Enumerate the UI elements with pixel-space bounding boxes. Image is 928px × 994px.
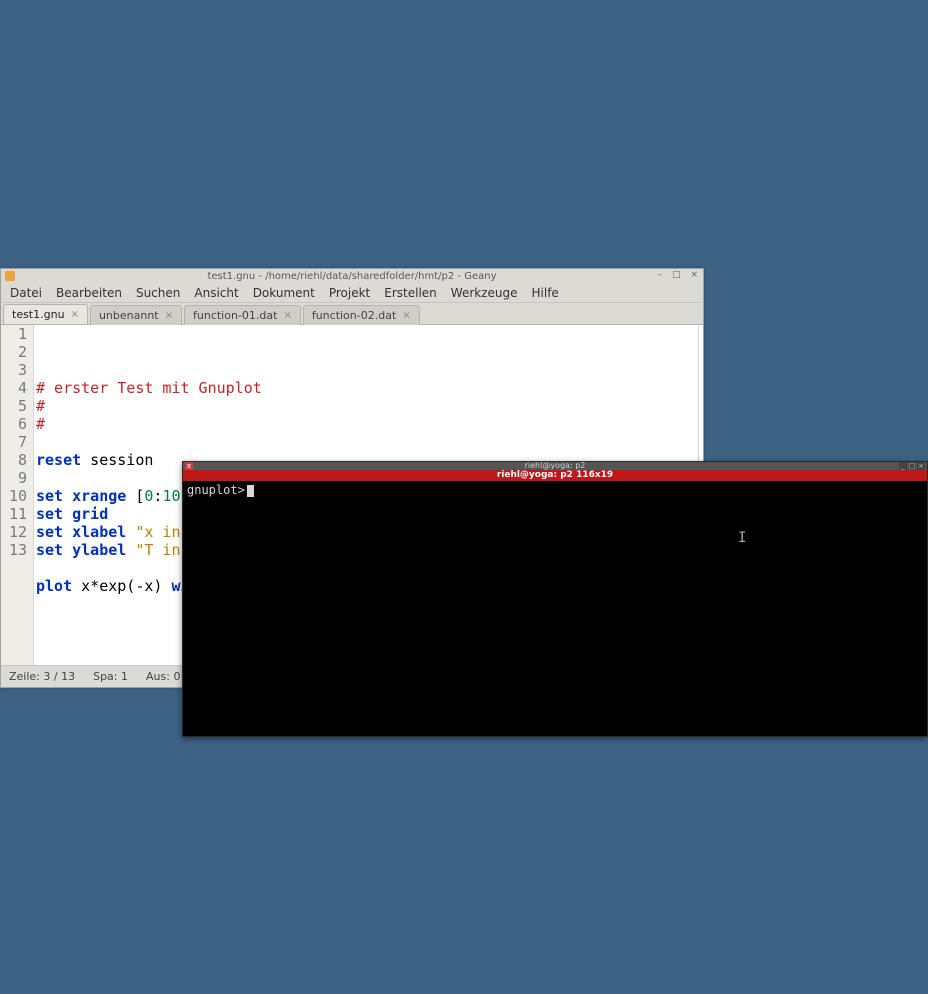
- status-column: Spa: 1: [93, 670, 128, 683]
- line-number: 5: [1, 397, 27, 415]
- menu-item-ansicht[interactable]: Ansicht: [187, 284, 245, 302]
- tab-label: function-02.dat: [312, 309, 396, 322]
- geany-tabbar: test1.gnu×unbenannt×function-01.dat×func…: [1, 303, 703, 325]
- close-icon[interactable]: ×: [71, 309, 79, 320]
- menu-item-bearbeiten[interactable]: Bearbeiten: [49, 284, 129, 302]
- line-number: 10: [1, 487, 27, 505]
- minimize-button[interactable]: –: [654, 270, 665, 280]
- line-number: 6: [1, 415, 27, 433]
- line-number: 4: [1, 379, 27, 397]
- line-number: 11: [1, 505, 27, 523]
- code-line[interactable]: #: [36, 415, 703, 433]
- line-number: 7: [1, 433, 27, 451]
- geany-title: test1.gnu - /home/riehl/data/sharedfolde…: [1, 271, 703, 282]
- code-line[interactable]: [36, 433, 703, 451]
- minimize-button[interactable]: _: [899, 462, 907, 470]
- tab-label: function-01.dat: [193, 309, 277, 322]
- tab-label: unbenannt: [99, 309, 159, 322]
- line-number-gutter: 12345678910111213: [1, 325, 34, 665]
- code-line[interactable]: # erster Test mit Gnuplot: [36, 379, 703, 397]
- menu-item-werkzeuge[interactable]: Werkzeuge: [444, 284, 525, 302]
- terminal-window-controls: _ □ ×: [899, 462, 925, 470]
- line-number: 1: [1, 325, 27, 343]
- close-icon[interactable]: ×: [165, 310, 173, 321]
- terminal-size-banner: riehl@yoga: p2 116x19: [183, 470, 927, 481]
- status-line: Zeile: 3 / 13: [9, 670, 75, 683]
- terminal-size-text: riehl@yoga: p2 116x19: [497, 470, 613, 480]
- tab-test1-gnu[interactable]: test1.gnu ×: [3, 304, 88, 324]
- tab-function-02-dat[interactable]: function-02.dat ×: [303, 305, 420, 325]
- geany-window-controls: – □ ×: [654, 270, 701, 280]
- terminal-window: x riehl@yoga: p2 _ □ × riehl@yoga: p2 11…: [182, 461, 928, 737]
- menu-item-dokument[interactable]: Dokument: [246, 284, 322, 302]
- tab-unbenannt[interactable]: unbenannt ×: [90, 305, 182, 325]
- terminal-prompt: gnuplot>: [187, 483, 245, 497]
- line-number: 9: [1, 469, 27, 487]
- status-selection: Aus: 0: [146, 670, 180, 683]
- close-icon[interactable]: ×: [402, 310, 410, 321]
- terminal-titlebar[interactable]: x riehl@yoga: p2 _ □ ×: [183, 462, 927, 470]
- close-button[interactable]: ×: [687, 270, 701, 280]
- menu-item-projekt[interactable]: Projekt: [322, 284, 377, 302]
- terminal-app-icon: x: [185, 462, 193, 470]
- line-number: 13: [1, 541, 27, 559]
- text-cursor-icon: I: [738, 531, 746, 545]
- terminal-cursor: [247, 485, 254, 497]
- terminal-body[interactable]: gnuplot> I: [183, 481, 927, 736]
- line-number: 3: [1, 361, 27, 379]
- menu-item-hilfe[interactable]: Hilfe: [525, 284, 566, 302]
- terminal-title: riehl@yoga: p2: [525, 461, 586, 470]
- geany-titlebar[interactable]: test1.gnu - /home/riehl/data/sharedfolde…: [1, 269, 703, 283]
- menu-item-suchen[interactable]: Suchen: [129, 284, 187, 302]
- close-button[interactable]: ×: [917, 462, 925, 470]
- line-number: 8: [1, 451, 27, 469]
- menu-item-erstellen[interactable]: Erstellen: [377, 284, 444, 302]
- maximize-button[interactable]: □: [669, 270, 684, 280]
- line-number: 2: [1, 343, 27, 361]
- line-number: 12: [1, 523, 27, 541]
- geany-menubar: DateiBearbeitenSuchenAnsichtDokumentProj…: [1, 283, 703, 303]
- code-line[interactable]: #: [36, 397, 703, 415]
- maximize-button[interactable]: □: [908, 462, 916, 470]
- tab-function-01-dat[interactable]: function-01.dat ×: [184, 305, 301, 325]
- menu-item-datei[interactable]: Datei: [3, 284, 49, 302]
- close-icon[interactable]: ×: [283, 310, 291, 321]
- tab-label: test1.gnu: [12, 308, 65, 321]
